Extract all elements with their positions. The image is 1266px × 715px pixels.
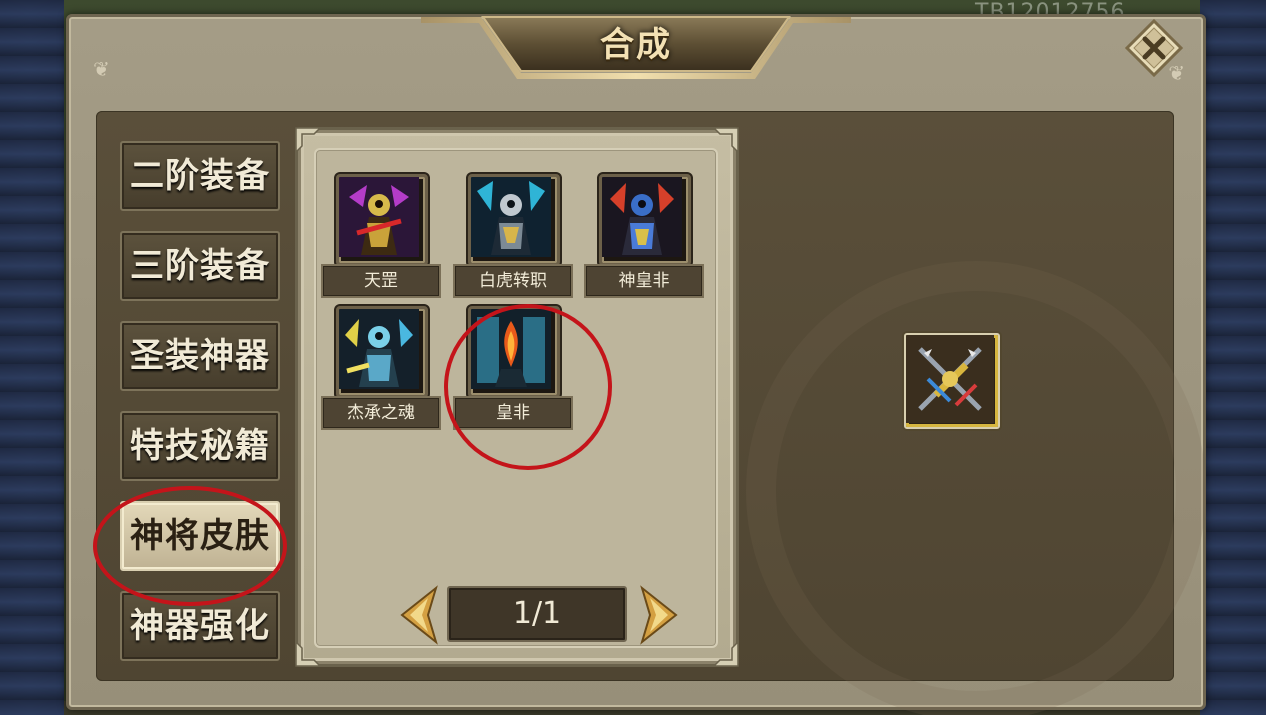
synthesis-result-slot[interactable]	[904, 333, 1000, 429]
item-name: 天罡	[321, 264, 441, 298]
frame-corner-ornament	[295, 640, 322, 667]
crossed-weapons-icon	[906, 335, 994, 423]
background-right-border	[1200, 0, 1266, 715]
page-indicator: 1/1	[447, 586, 627, 642]
armored-general-purple-icon	[336, 174, 428, 266]
synthesis-window: ❦ ❦ 合成 二阶装备 三阶装备 圣装神器 特技秘籍 神将皮肤 神器强化 天罡 …	[66, 14, 1206, 715]
emperor-flame-icon	[468, 306, 560, 398]
frame-corner-ornament	[712, 127, 739, 154]
tab-third-tier-equipment[interactable]: 三阶装备	[120, 231, 280, 301]
item-name: 神皇非	[584, 264, 704, 298]
arrow-left-icon	[400, 585, 438, 645]
item-slot[interactable]: 白虎转职	[453, 174, 573, 298]
item-grid: 天罡 白虎转职 神皇非 杰承之魂 皇非 1/1	[314, 148, 718, 648]
item-slot[interactable]: 神皇非	[584, 174, 704, 298]
content-panel: 二阶装备 三阶装备 圣装神器 特技秘籍 神将皮肤 神器强化 天罡 白虎转职 神皇…	[96, 111, 1206, 715]
frame-corner-ornament	[295, 127, 322, 154]
item-slot[interactable]: 皇非	[453, 306, 573, 430]
item-name: 杰承之魂	[321, 396, 441, 430]
title-plate: 合成	[421, 3, 851, 83]
tab-artifact-enhance[interactable]: 神器强化	[120, 591, 280, 661]
corner-flourish-icon: ❦	[93, 57, 110, 81]
close-button[interactable]	[1124, 18, 1184, 78]
item-name: 皇非	[453, 396, 573, 430]
close-x-icon	[1124, 18, 1184, 78]
divine-emperor-general-icon	[599, 174, 691, 266]
item-slot[interactable]: 天罡	[321, 174, 441, 298]
tab-general-skin[interactable]: 神将皮肤	[120, 501, 280, 571]
white-tiger-general-icon	[468, 174, 560, 266]
game-scene: TB12012756 ❦ ❦ 合成 二阶装备 三阶装备 圣装神器 特技秘籍 神将…	[0, 0, 1266, 715]
tab-holy-artifact[interactable]: 圣装神器	[120, 321, 280, 391]
soul-warrior-icon	[336, 306, 428, 398]
item-slot[interactable]: 杰承之魂	[321, 306, 441, 430]
page-prev-button[interactable]	[396, 584, 442, 646]
window-title: 合成	[600, 25, 672, 65]
tab-skill-manual[interactable]: 特技秘籍	[120, 411, 280, 481]
tab-second-tier-equipment[interactable]: 二阶装备	[120, 141, 280, 211]
background-left-border	[0, 0, 64, 715]
arrow-right-icon	[640, 585, 678, 645]
page-next-button[interactable]	[636, 584, 682, 646]
item-name: 白虎转职	[453, 264, 573, 298]
background-swirl	[746, 261, 1206, 715]
frame-corner-ornament	[712, 640, 739, 667]
item-grid-frame: 天罡 白虎转职 神皇非 杰承之魂 皇非 1/1	[295, 127, 739, 667]
